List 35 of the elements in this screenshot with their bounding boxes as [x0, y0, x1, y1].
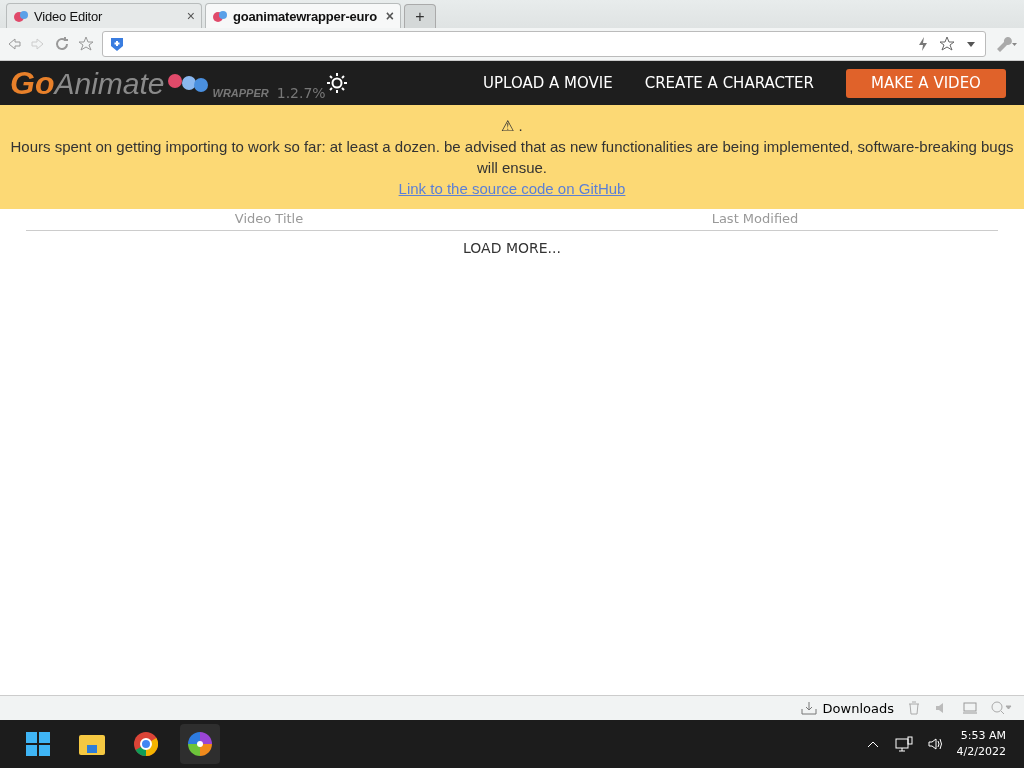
warning-icon: ⚠: [501, 117, 515, 134]
load-more-button[interactable]: LOAD MORE...: [457, 239, 567, 257]
taskbar-clock[interactable]: 5:53 AM 4/2/2022: [956, 728, 1006, 760]
downloads-button[interactable]: Downloads: [800, 700, 894, 716]
column-header: Last Modified: [710, 211, 800, 226]
app-icon: [13, 8, 29, 24]
star-icon[interactable]: [78, 36, 94, 52]
logo-subtitle: WRAPPER: [212, 87, 269, 99]
close-icon[interactable]: ×: [186, 8, 195, 24]
taskbar-button[interactable]: [180, 724, 220, 764]
speaker-icon[interactable]: [926, 736, 943, 752]
app-icon: [212, 8, 228, 24]
browser-tab[interactable]: goanimatewrapper-euro ×: [205, 3, 401, 28]
star-icon[interactable]: [939, 36, 955, 52]
make-video-button[interactable]: MAKE A VIDEO: [846, 68, 1006, 98]
shield-icon: [109, 36, 125, 52]
reload-icon[interactable]: [54, 36, 70, 52]
nav-link[interactable]: UPLOAD A MOVIE: [483, 74, 613, 92]
close-icon[interactable]: ×: [385, 8, 394, 24]
new-tab-button[interactable]: +: [404, 4, 436, 28]
address-field[interactable]: [102, 31, 986, 57]
sun-icon[interactable]: [325, 72, 348, 94]
notice-message: Hours spent on getting importing to work so far: at least a dozen. be advised that as new functionalities are being implemented, software-breaking bugs will ensue.: [9, 137, 1015, 178]
nav-link[interactable]: CREATE A CHARACTER: [644, 74, 814, 92]
network-icon[interactable]: [894, 736, 913, 752]
browser-tab[interactable]: Video Editor ×: [6, 3, 202, 28]
logo[interactable]: GoAnimate: [10, 64, 165, 102]
notice-title: .: [518, 117, 523, 134]
column-header: Video Title: [233, 211, 305, 226]
folder-icon[interactable]: [79, 733, 105, 755]
download-icon: [800, 701, 817, 715]
start-icon[interactable]: [26, 732, 50, 756]
pinwheel-icon: [188, 732, 212, 756]
version-label: 1.2.7%: [276, 85, 326, 101]
browser-icon[interactable]: [134, 732, 158, 756]
